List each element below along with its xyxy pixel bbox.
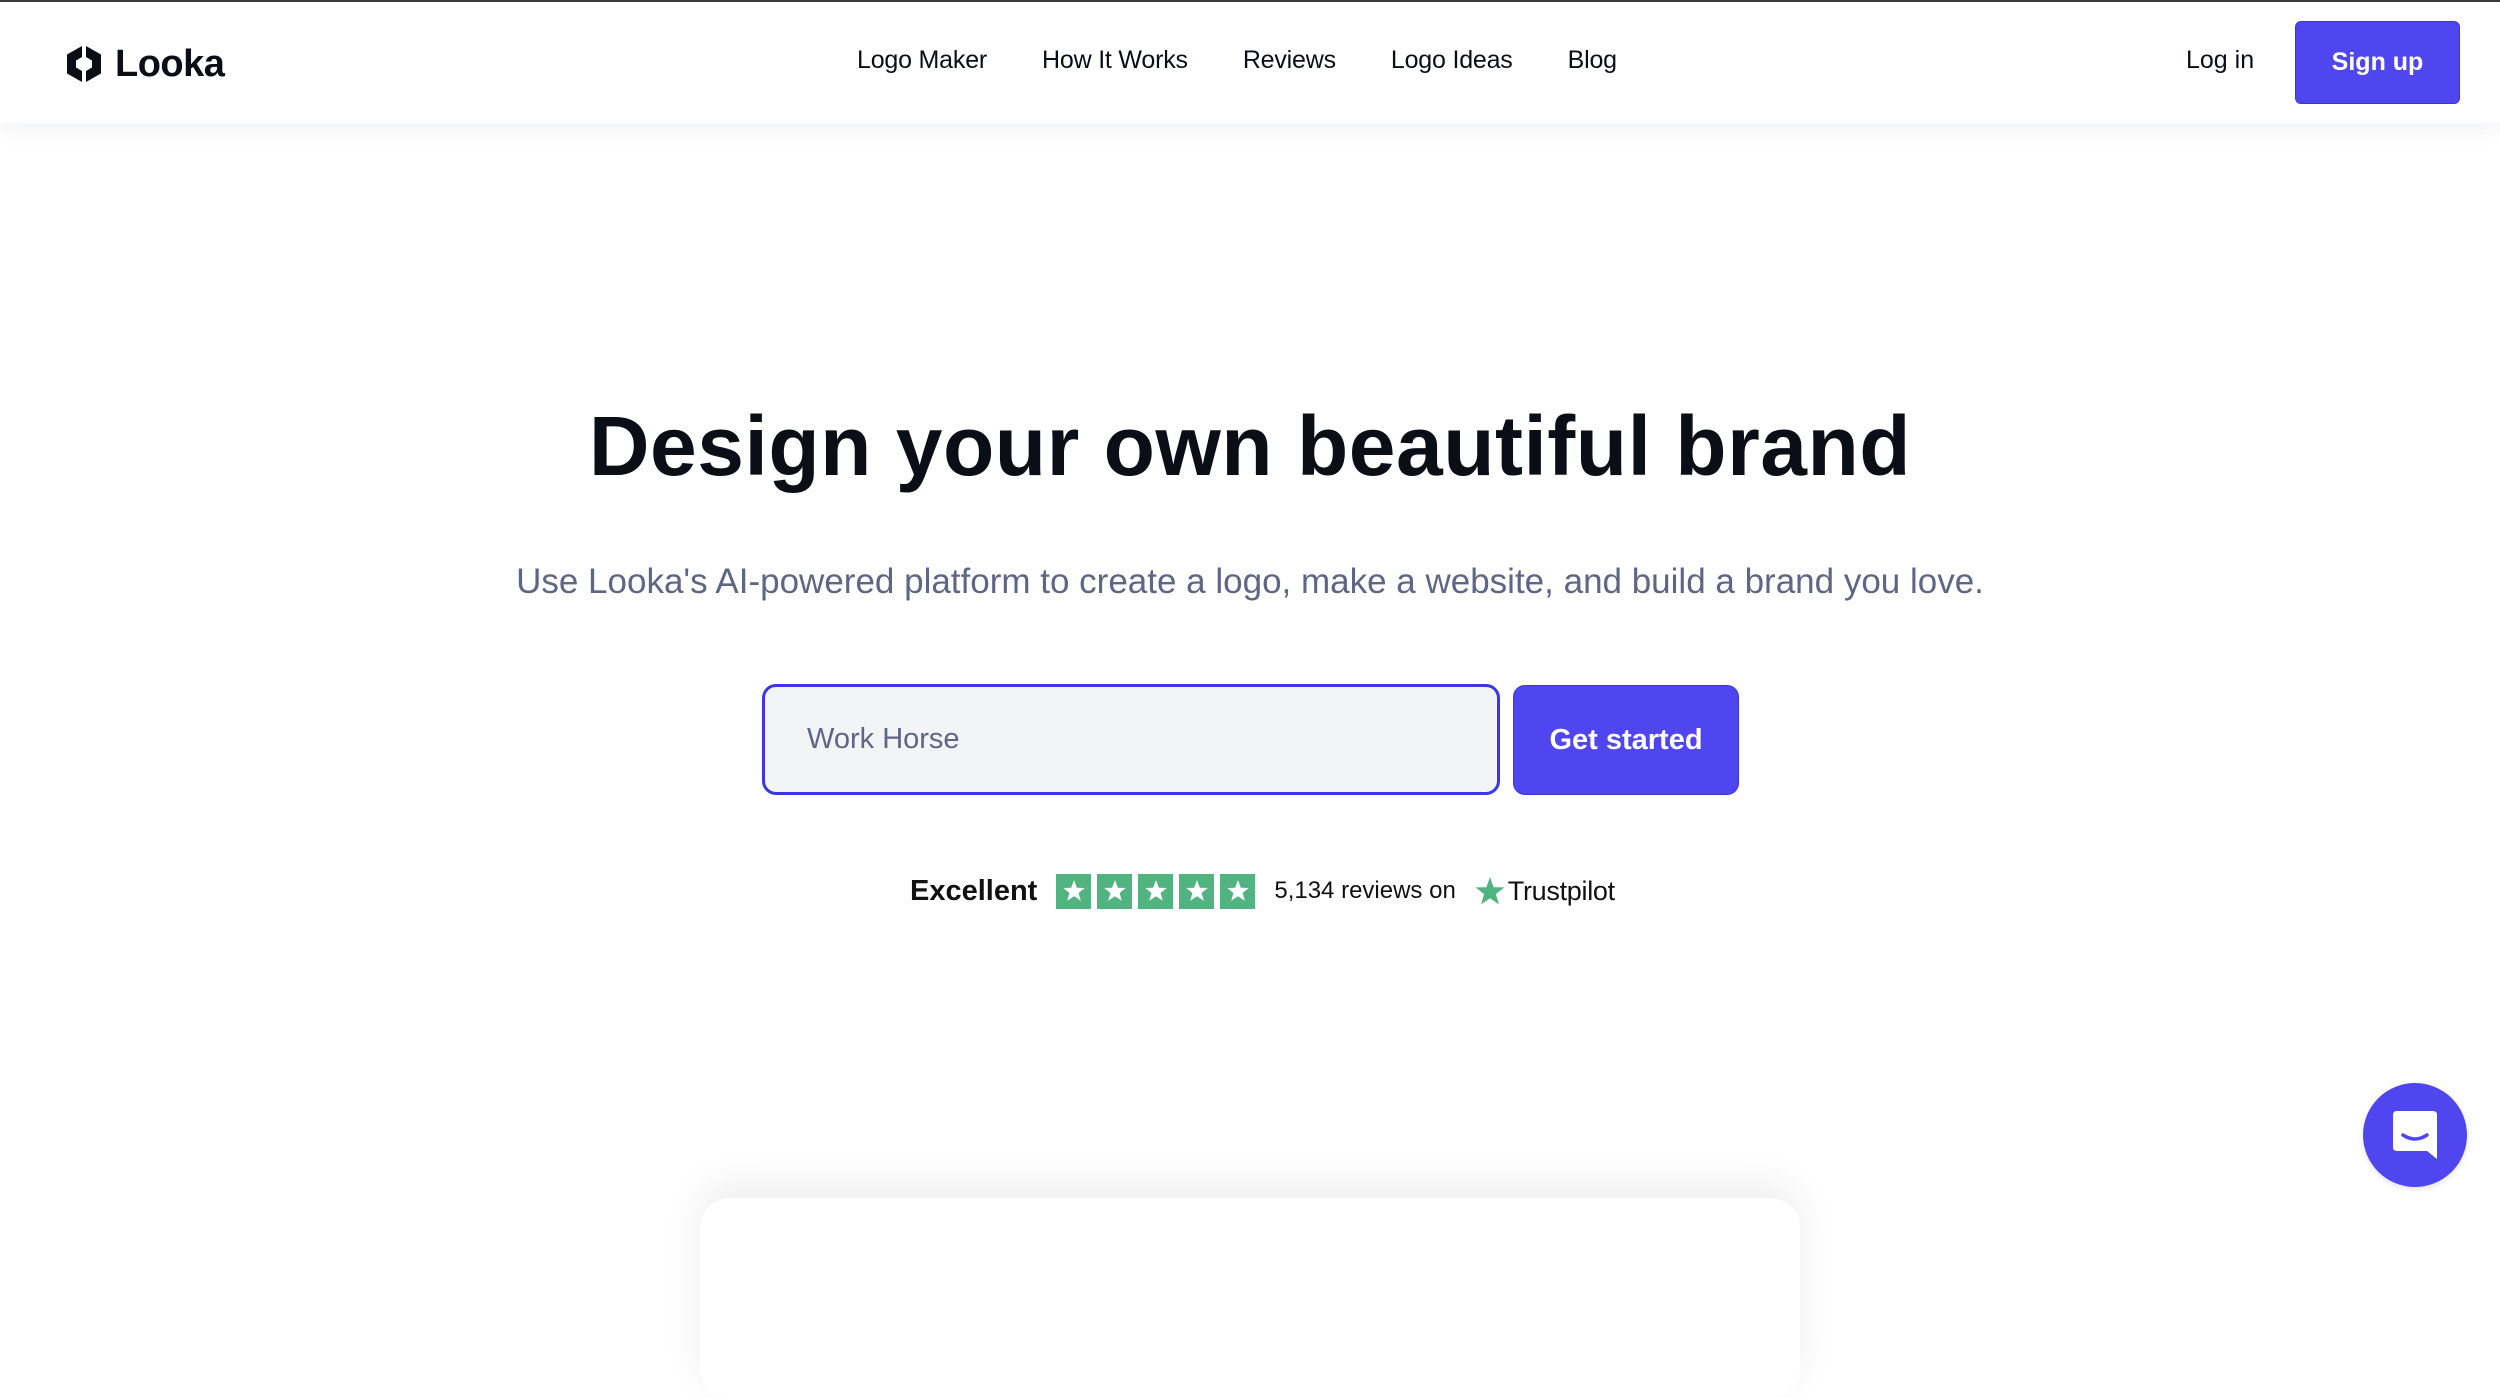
star-rating — [1056, 873, 1256, 909]
chat-launcher-button[interactable] — [2363, 1083, 2467, 1187]
hero-subtitle: Use Looka's AI-powered platform to creat… — [516, 562, 1984, 601]
nav-blog[interactable]: Blog — [1568, 46, 1617, 75]
trustpilot-name: Trustpilot — [1507, 875, 1615, 906]
review-count: 5,134 reviews on — [1274, 877, 1456, 904]
trustpilot-star-icon — [1475, 877, 1505, 905]
site-header: Looka Logo Maker How It Works Reviews Lo… — [0, 2, 2500, 123]
preview-card — [700, 1198, 1800, 1398]
hero-title: Design your own beautiful brand — [588, 399, 1912, 493]
nav-logo-maker[interactable]: Logo Maker — [857, 46, 987, 75]
brand-logo-link[interactable]: Looka — [64, 42, 225, 86]
star-icon — [1138, 873, 1174, 909]
star-icon — [1056, 873, 1092, 909]
star-icon — [1179, 873, 1215, 909]
chat-bubble-icon — [2393, 1111, 2437, 1159]
main-nav: Logo Maker How It Works Reviews Logo Ide… — [857, 46, 1617, 75]
rating-label: Excellent — [910, 874, 1038, 907]
star-icon — [1220, 873, 1256, 909]
nav-logo-ideas[interactable]: Logo Ideas — [1391, 46, 1513, 75]
star-icon — [1097, 873, 1133, 909]
brand-name: Looka — [115, 42, 225, 85]
nav-how-it-works[interactable]: How It Works — [1042, 46, 1188, 75]
get-started-button[interactable]: Get started — [1513, 685, 1739, 795]
business-name-input[interactable] — [762, 684, 1500, 795]
hexagon-logo-icon — [67, 46, 101, 82]
signup-button[interactable]: Sign up — [2295, 21, 2460, 104]
nav-reviews[interactable]: Reviews — [1243, 46, 1336, 75]
trustpilot-brand: Trustpilot — [1474, 875, 1615, 907]
trustpilot-widget[interactable]: Excellent 5,134 reviews on Trustpilot — [910, 872, 1615, 910]
login-link[interactable]: Log in — [2186, 46, 2254, 75]
